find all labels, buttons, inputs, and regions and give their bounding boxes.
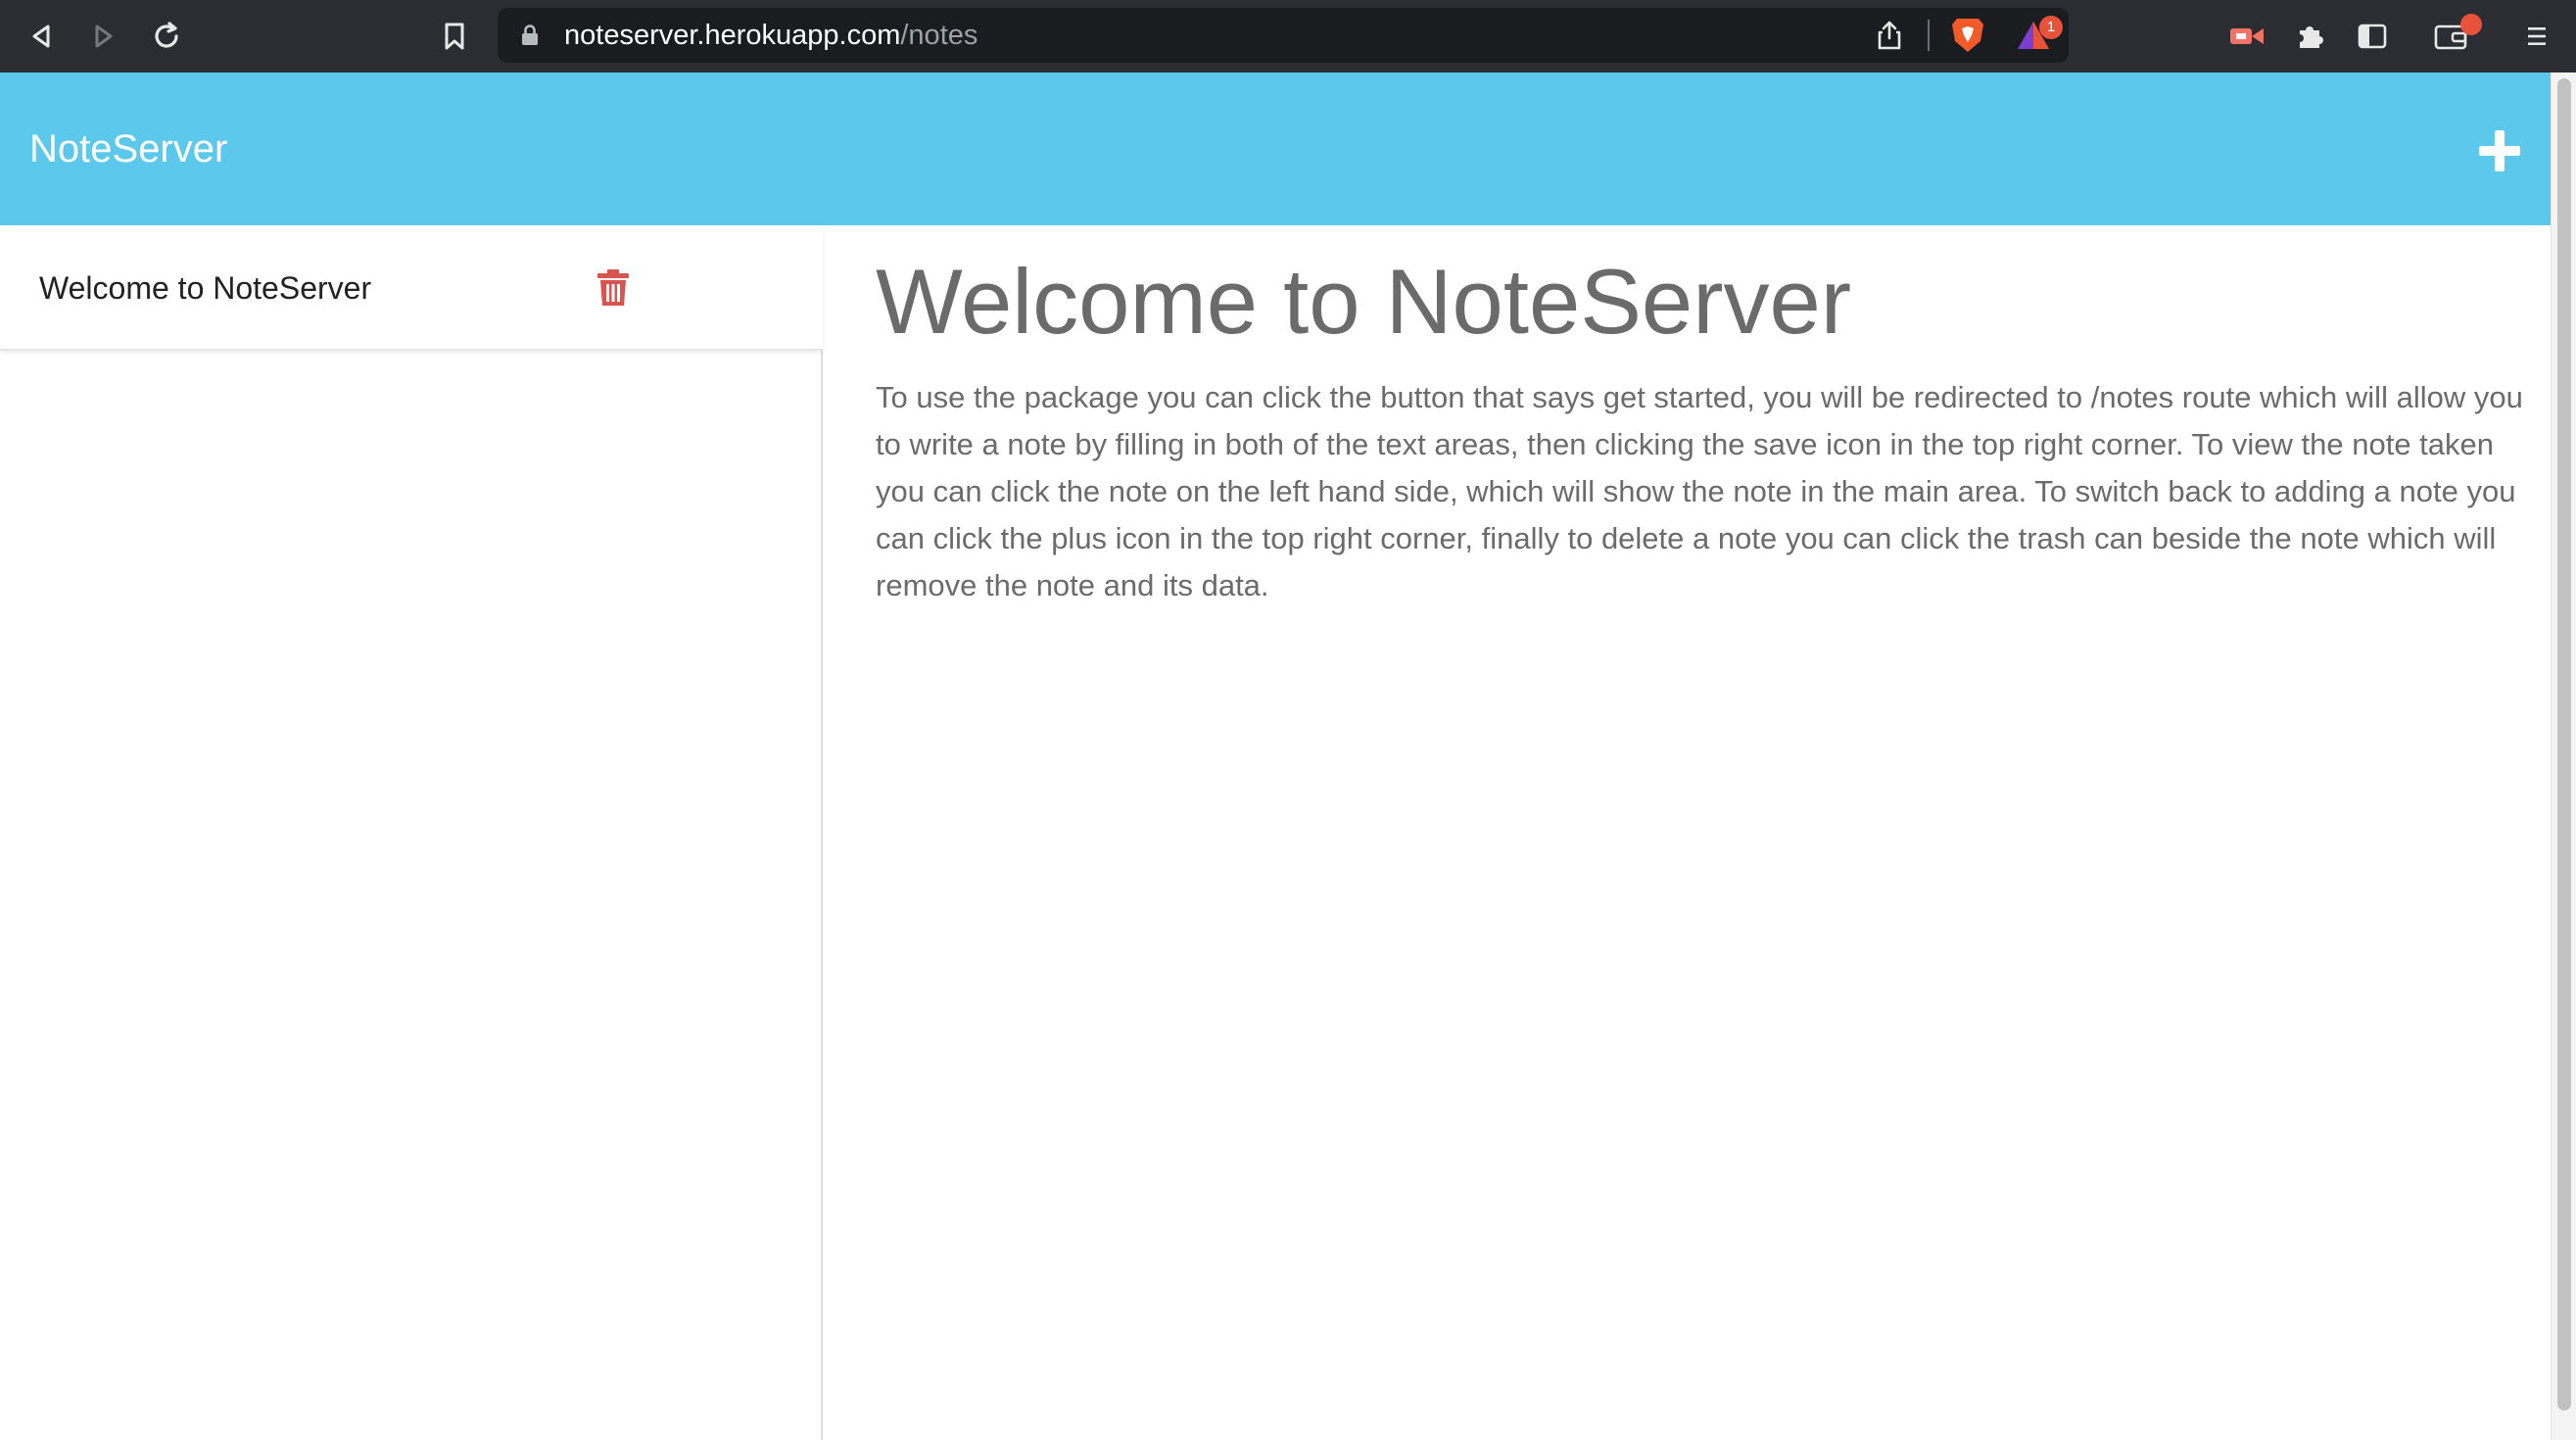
note-view: Welcome to NoteServer To use the package… xyxy=(825,225,2551,1440)
rewards-badge: 1 xyxy=(2039,16,2063,39)
url-text: noteserver.herokuapp.com/notes xyxy=(564,8,978,63)
forward-arrow-icon xyxy=(95,24,113,48)
back-button[interactable] xyxy=(18,13,65,60)
extensions-menu-button[interactable] xyxy=(2286,13,2333,60)
reload-icon xyxy=(155,22,178,48)
brave-shields-icon[interactable] xyxy=(1949,16,1986,55)
back-arrow-icon xyxy=(32,24,50,48)
notes-sidebar: Welcome to NoteServer xyxy=(0,225,823,1440)
note-item-title: Welcome to NoteServer xyxy=(39,270,372,306)
url-path: /notes xyxy=(900,20,978,51)
sidebar-toggle-button[interactable] xyxy=(2349,13,2396,60)
url-host: noteserver.herokuapp.com xyxy=(564,20,901,51)
sidebar-icon xyxy=(2358,24,2387,49)
puzzle-icon xyxy=(2300,26,2323,48)
browser-toolbar: noteserver.herokuapp.com/notes 1 xyxy=(0,0,2576,72)
note-title: Welcome to NoteServer xyxy=(876,250,1852,353)
brand-title[interactable]: NoteServer xyxy=(29,72,227,225)
lock-icon xyxy=(522,24,538,45)
reload-button[interactable] xyxy=(143,13,190,60)
extension-button[interactable] xyxy=(2223,13,2270,60)
trash-icon xyxy=(597,269,629,306)
address-bar[interactable]: noteserver.herokuapp.com/notes 1 xyxy=(498,8,2069,63)
forward-button[interactable] xyxy=(80,13,127,60)
add-note-button[interactable] xyxy=(2472,123,2527,178)
browser-menu-button[interactable] xyxy=(2513,13,2560,60)
bookmark-button[interactable] xyxy=(431,13,478,60)
scrollbar-thumb[interactable] xyxy=(2557,78,2571,1411)
camera-extension-icon xyxy=(2230,28,2264,44)
plus-icon xyxy=(2479,130,2520,171)
share-icon[interactable] xyxy=(1874,20,1905,51)
app-header: NoteServer xyxy=(0,72,2551,225)
delete-note-button[interactable] xyxy=(590,264,637,312)
page-scrollbar[interactable] xyxy=(2551,72,2576,1440)
hamburger-menu-icon xyxy=(2528,27,2546,45)
bookmark-icon xyxy=(445,23,464,50)
note-body: To use the package you can click the but… xyxy=(876,380,2523,602)
address-divider xyxy=(1928,20,1930,51)
note-list-item[interactable]: Welcome to NoteServer xyxy=(0,225,823,351)
wallet-notification-dot xyxy=(2460,14,2482,35)
